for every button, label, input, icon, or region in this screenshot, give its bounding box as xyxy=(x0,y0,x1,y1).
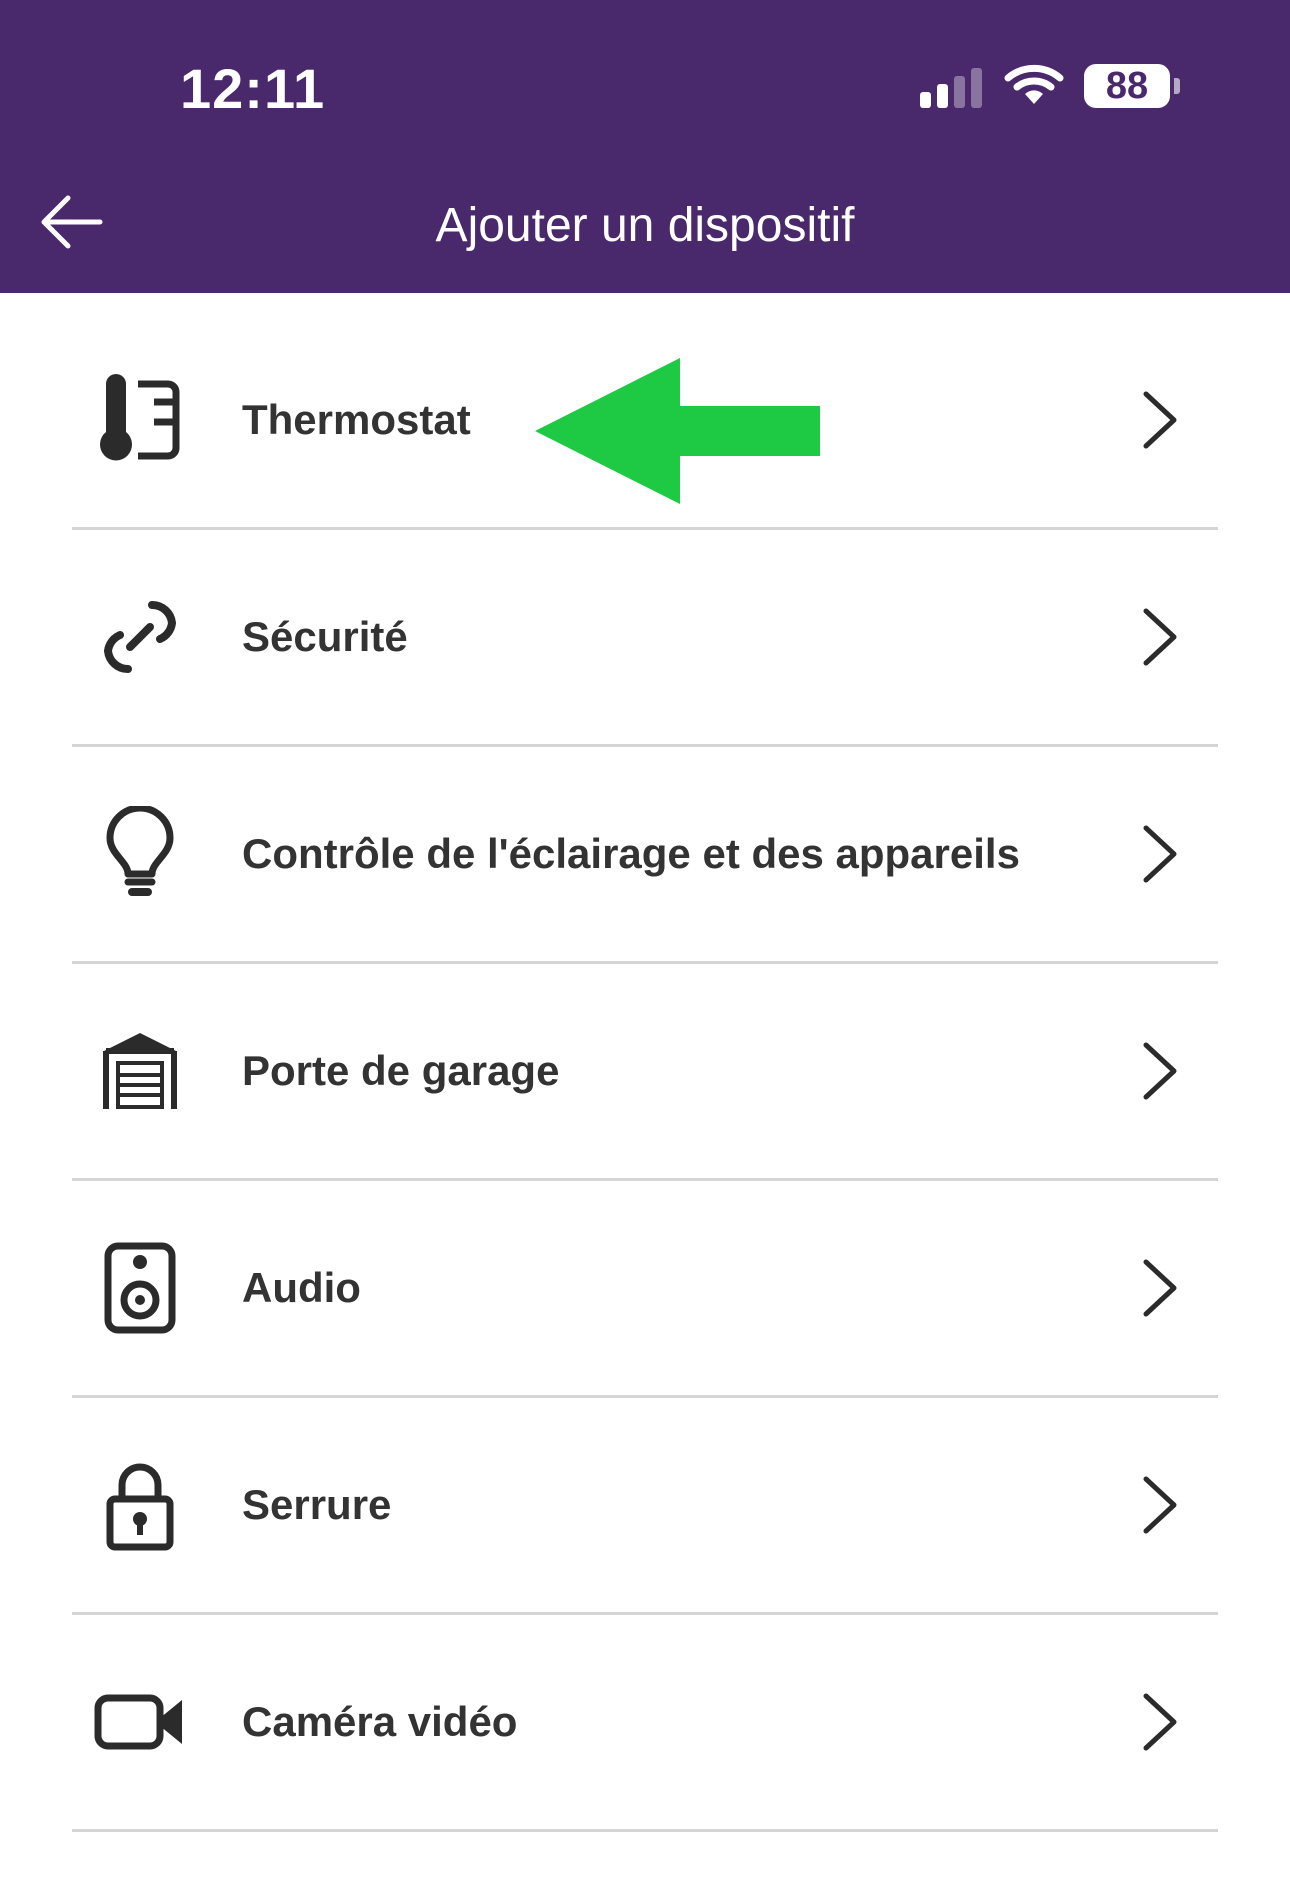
wifi-icon xyxy=(1004,62,1064,111)
status-time: 12:11 xyxy=(180,57,326,120)
security-link-icon xyxy=(92,589,188,685)
garage-icon xyxy=(92,1023,188,1119)
item-label: Caméra vidéo xyxy=(242,1698,518,1745)
video-camera-icon xyxy=(92,1674,188,1770)
thermostat-icon xyxy=(92,372,188,468)
app-header: 12:11 88 Ajouter un dispositif xyxy=(0,0,1290,293)
chevron-right-icon xyxy=(1143,1042,1177,1100)
speaker-icon xyxy=(92,1240,188,1336)
app-screen: 12:11 88 Ajouter un dispositif Thermosta… xyxy=(0,0,1290,1880)
chevron-right-icon xyxy=(1143,1476,1177,1534)
signal-icon xyxy=(920,64,982,108)
chevron-right-icon xyxy=(1143,1693,1177,1751)
list-item-camera[interactable]: Caméra vidéo xyxy=(72,1615,1218,1832)
battery-nub xyxy=(1174,78,1180,94)
item-label: Thermostat xyxy=(242,396,471,443)
lightbulb-icon xyxy=(92,806,188,902)
chevron-right-icon xyxy=(1143,825,1177,883)
list-item-garage[interactable]: Porte de garage xyxy=(72,964,1218,1181)
list-item-security[interactable]: Sécurité xyxy=(72,530,1218,747)
list-item-lock[interactable]: Serrure xyxy=(72,1398,1218,1615)
status-icons: 88 xyxy=(920,62,1180,110)
battery-icon: 88 xyxy=(1084,64,1170,108)
item-label: Audio xyxy=(242,1264,361,1311)
item-label: Porte de garage xyxy=(242,1047,560,1094)
battery-level: 88 xyxy=(1105,65,1149,107)
green-arrow-icon xyxy=(535,358,820,504)
lock-icon xyxy=(92,1457,188,1553)
item-label: Sécurité xyxy=(242,613,408,660)
list-item-lighting[interactable]: Contrôle de l'éclairage et des appareils xyxy=(72,747,1218,964)
chevron-right-icon xyxy=(1143,608,1177,666)
item-label: Serrure xyxy=(242,1481,392,1528)
page-title: Ajouter un dispositif xyxy=(435,199,855,252)
list-item-audio[interactable]: Audio xyxy=(72,1181,1218,1398)
device-type-list: Thermostat Sécurité Contrôle de l'éclair… xyxy=(72,313,1218,1832)
chevron-right-icon xyxy=(1143,391,1177,449)
item-label: Contrôle de l'éclairage et des appareils xyxy=(242,830,1020,877)
chevron-right-icon xyxy=(1143,1259,1177,1317)
